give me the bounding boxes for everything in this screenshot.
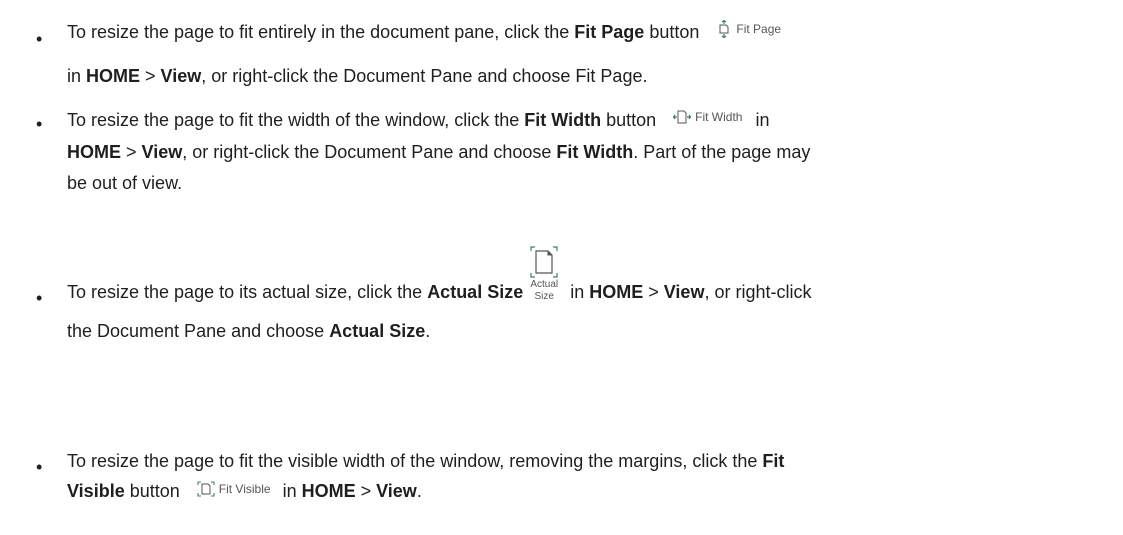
text-run: . Part of the page may [633,141,811,162]
fit-page-icon [719,20,729,39]
text-run: button [644,22,700,42]
actual-size-icon [530,246,558,278]
menu-view: View [663,282,705,302]
actual-size-label-2: Size [534,291,554,302]
fit-page-button[interactable]: Fit Page [714,15,783,43]
text-run: in [277,481,302,501]
bold-term: Actual Size [427,282,524,302]
fit-width-button-label: Fit Width [695,109,743,124]
bold-term: Fit Width [524,110,602,130]
menu-home: HOME [589,282,644,302]
separator: > [140,66,161,86]
text-run: the Document Pane and choose [67,321,330,341]
fit-page-button-label: Fit Page [736,22,782,37]
bold-term: Fit Page [574,22,645,42]
bullet-dot: • [36,288,43,308]
bullet-dot: • [36,29,43,49]
line: To resize the page to its actual size, c… [67,245,1103,303]
separator: > [121,141,142,162]
text-run: , or right-click the Document Pane and c… [182,141,557,162]
fit-width-button[interactable]: Fit Width [671,102,744,133]
bullet-text: To resize the page to fit entirely in th… [67,18,1103,47]
text-run: button [124,481,180,501]
fit-visible-icon [197,481,215,497]
text-run: in [755,110,770,130]
bold-term: Visible [67,481,125,501]
text-run: To resize the page to its actual size, c… [67,282,428,302]
menu-view: View [376,481,417,501]
bullet-dot: • [36,114,43,134]
bullet-text: To resize the page to fit the width of t… [67,105,1103,199]
line: HOME > View, or right-click the Document… [67,137,1103,168]
fit-visible-button[interactable]: Fit Visible [195,474,273,504]
actual-size-button[interactable]: Actual Size [527,245,561,303]
text-run: . [416,481,422,501]
bold-term: Fit Width [556,141,634,162]
menu-view: View [160,66,202,86]
text-run: be out of view. [67,172,183,193]
bold-term: Actual Size [329,321,426,341]
text-run: in [67,66,87,86]
line: To resize the page to fit the width of t… [67,105,1103,137]
line: To resize the page to fit the visible wi… [67,446,1103,476]
text-run: To resize the page to fit entirely in th… [67,22,575,42]
fit-width-icon [673,110,692,124]
bullet-dot: • [36,457,43,477]
bullet-text-line2: in HOME > View, or right-click the Docum… [67,62,1103,90]
fit-visible-button-label: Fit Visible [218,482,271,497]
bullet-text: To resize the page to its actual size, c… [67,245,1103,345]
bullet-text: To resize the page to fit the visible wi… [67,446,1103,507]
separator: > [643,282,664,302]
line: the Document Pane and choose Actual Size… [67,317,1103,345]
menu-home: HOME [67,141,121,162]
separator: > [355,481,377,501]
menu-view: View [141,141,183,162]
menu-home: HOME [86,66,141,86]
text-run: button [601,110,657,130]
text-run: , or right-click [704,282,812,302]
text-run: in [565,282,590,302]
line: Visible button Fit Visible in HOME > Vie… [67,476,1103,507]
text-run: . [425,321,431,341]
menu-home: HOME [301,481,356,501]
actual-size-label-1: Actual [530,279,559,290]
text-run: To resize the page to fit the visible wi… [67,451,763,471]
text-run: To resize the page to fit the width of t… [67,110,525,130]
text-run: , or right-click the Document Pane and c… [201,66,648,86]
bold-term: Fit [762,451,785,471]
